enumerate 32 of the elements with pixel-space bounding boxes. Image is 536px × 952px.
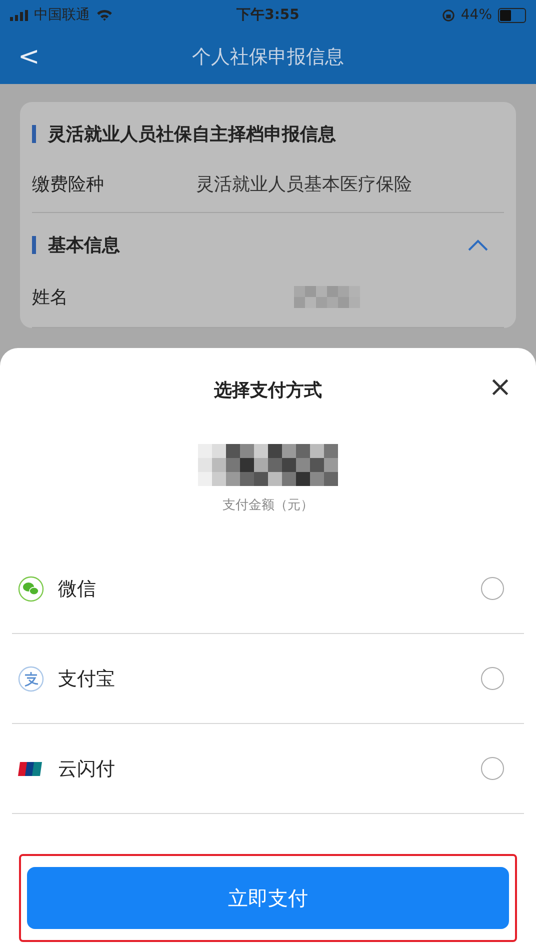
payment-option[interactable]: 支付宝 (12, 634, 524, 724)
field-label: 缴费险种 (32, 173, 105, 196)
radio-button[interactable] (481, 757, 504, 780)
status-time: 下午3:55 (236, 6, 300, 24)
carrier-name: 中国联通 (34, 6, 90, 24)
field-label: 姓名 (32, 286, 69, 309)
close-button[interactable]: × (484, 370, 516, 403)
wifi-icon (96, 9, 113, 21)
redacted-mosaic (294, 286, 360, 308)
field-value: 灵活就业人员基本医疗保险 (196, 173, 412, 196)
payment-option[interactable]: 云闪付 (12, 724, 524, 814)
chat-bubbles-icon (18, 576, 44, 602)
amount-caption: 支付金额（元） (222, 497, 314, 514)
page-title: 个人社保申报信息 (192, 45, 344, 70)
chevron-icon[interactable] (468, 239, 488, 251)
payment-method-label: 微信 (58, 576, 96, 602)
pay-now-button[interactable]: 立即支付 (27, 867, 509, 929)
radio-button[interactable] (481, 577, 504, 600)
battery-percent: 44% (460, 7, 492, 23)
signal-icon (10, 10, 28, 20)
battery-icon (498, 8, 526, 22)
radio-button[interactable] (481, 667, 504, 690)
section-title: 灵活就业人员社保自主择档申报信息 (48, 123, 336, 146)
back-button[interactable]: < (0, 42, 58, 72)
alipay-icon (18, 666, 44, 692)
card-icon (18, 760, 44, 778)
payment-option[interactable]: 微信 (12, 544, 524, 634)
payment-method-label: 支付宝 (58, 666, 115, 692)
section-title: 基本信息 (48, 234, 120, 257)
sheet-title: 选择支付方式 (214, 379, 322, 402)
rotation-lock-icon (442, 8, 455, 22)
payment-method-label: 云闪付 (58, 756, 115, 782)
